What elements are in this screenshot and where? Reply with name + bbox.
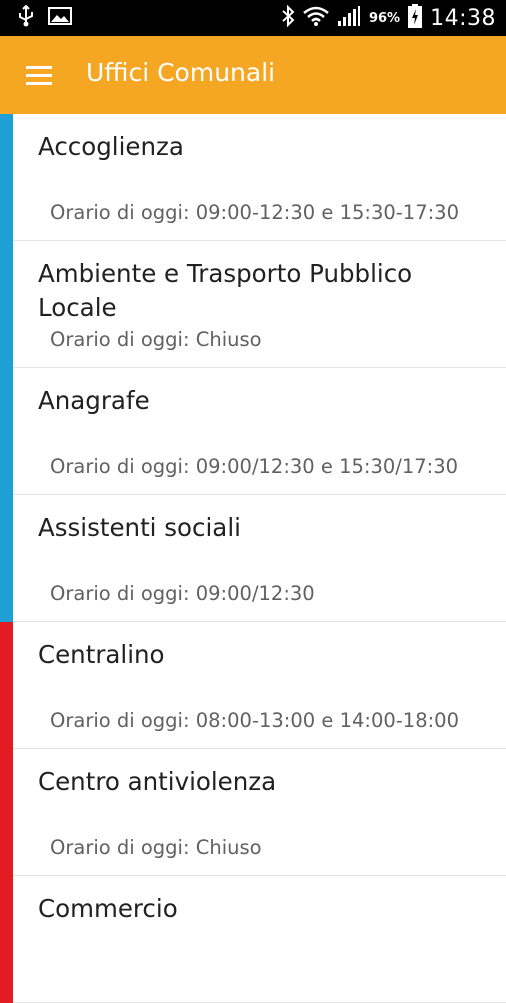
office-hours: Orario di oggi: 09:00/12:30 e 15:30/17:3… [50,455,459,478]
status-bar: 96% 14:38 [0,0,506,36]
category-color-bar [0,495,13,622]
category-color-bar [0,368,13,495]
office-hours: Orario di oggi: Chiuso [50,836,262,859]
signal-icon [337,5,361,31]
list-item[interactable]: Accoglienza Orario di oggi: 09:00-12:30 … [0,114,506,241]
category-color-bar [0,114,13,241]
list-item[interactable]: Ambiente e Trasporto Pubblico Locale Ora… [0,241,506,368]
battery-percent: 96% [368,10,401,26]
office-name: Anagrafe [38,386,150,415]
office-hours: Orario di oggi: 08:00-13:00 e 14:00-18:0… [50,709,459,732]
list-item[interactable]: Centro antiviolenza Orario di oggi: Chiu… [0,749,506,876]
battery-icon [408,4,423,32]
office-name: Ambiente e Trasporto Pubblico Locale [38,259,413,322]
list-item[interactable]: Centralino Orario di oggi: 08:00-13:00 e… [0,622,506,749]
office-hours: Orario di oggi: 09:00-12:30 e 15:30-17:3… [50,201,459,224]
app-bar: Uffici Comunali [0,36,506,114]
status-bar-notifications [18,0,72,36]
offices-list: Accoglienza Orario di oggi: 09:00-12:30 … [0,114,506,1003]
office-hours: Orario di oggi: Chiuso [50,328,262,351]
bluetooth-icon [281,4,295,31]
category-color-bar [0,622,13,749]
office-hours: Orario di oggi: 09:00/12:30 [50,582,315,605]
list-item[interactable]: Anagrafe Orario di oggi: 09:00/12:30 e 1… [0,368,506,495]
list-item[interactable]: Commercio [0,876,506,1003]
page-title: Uffici Comunali [86,58,276,87]
office-name: Commercio [38,894,178,923]
category-color-bar [0,876,13,1003]
category-color-bar [0,241,13,368]
office-name: Centralino [38,640,165,669]
wifi-icon [303,5,329,31]
usb-icon [18,4,34,31]
clock: 14:38 [430,5,496,31]
list-item[interactable]: Assistenti sociali Orario di oggi: 09:00… [0,495,506,622]
menu-icon[interactable] [20,58,60,94]
status-bar-system: 96% 14:38 [281,0,496,36]
office-name: Centro antiviolenza [38,767,277,796]
category-color-bar [0,749,13,876]
image-icon [48,6,72,30]
office-name: Accoglienza [38,132,184,161]
office-name: Assistenti sociali [38,513,241,542]
